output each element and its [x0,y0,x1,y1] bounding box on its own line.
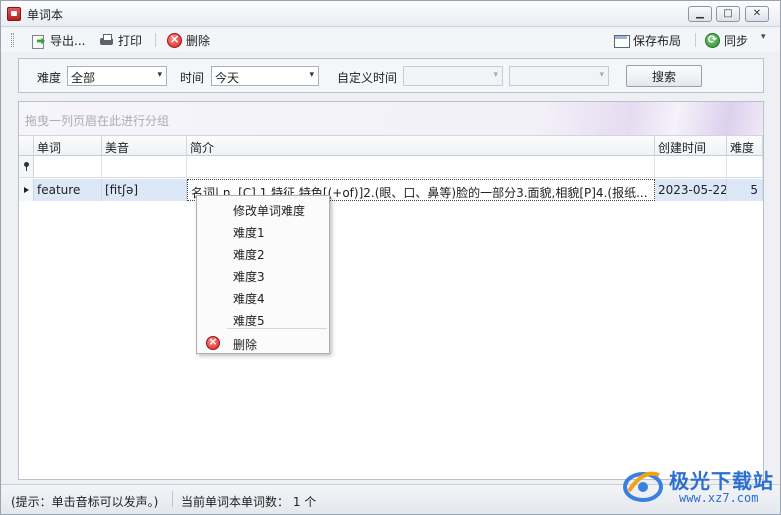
menu-item-difficulty-1[interactable]: 难度1 [198,220,328,242]
menu-item-difficulty-3[interactable]: 难度3 [198,264,328,286]
status-hint: (提示：单击音标可以发声。) [11,495,159,509]
app-logo-icon [7,7,21,21]
delete-icon [167,32,182,48]
cell-word[interactable]: feature [34,179,102,201]
toolbar-separator [695,33,696,47]
chevron-down-icon: ▾ [157,70,162,80]
delete-label: 删除 [186,33,211,48]
export-label: 导出... [50,33,86,48]
column-header-summary[interactable]: 简介 [187,136,655,156]
menu-separator [227,328,327,329]
app-window: 单词本 ▁ □ ✕ 导出... 打印 删除 保存布局 同步 ▾ [0,0,781,515]
column-header-phonetic[interactable]: 美音 [102,136,187,156]
printer-icon [99,33,114,48]
search-button[interactable]: 搜索 [626,65,702,87]
sync-label: 同步 [724,33,749,48]
minimize-button[interactable]: ▁ [688,6,712,22]
time-select-value: 今天 [215,71,240,85]
row-indicator-arrow-icon[interactable] [19,179,34,201]
save-layout-button[interactable]: 保存布局 [614,31,681,49]
custom-time-start-select[interactable]: ▾ [403,66,503,86]
title-bar: 单词本 ▁ □ ✕ [1,1,780,27]
aurora-logo-icon [623,471,663,502]
menu-item-edit-difficulty[interactable]: 修改单词难度 [198,198,328,220]
menu-item-delete-label: 删除 [233,338,258,352]
print-button[interactable]: 打印 [99,31,142,49]
watermark-logo: 极光下载站 www.xz7.com [621,461,781,513]
custom-time-label: 自定义时间 [337,71,398,85]
menu-item-difficulty-4[interactable]: 难度4 [198,286,328,308]
chevron-down-icon: ▾ [599,70,604,80]
menu-item-difficulty-5[interactable]: 难度5 [198,308,328,330]
sync-icon [705,32,720,48]
difficulty-label: 难度 [37,71,62,85]
filter-cell-difficulty[interactable] [727,156,763,178]
filter-cell-word[interactable] [34,156,102,178]
toolbar: 导出... 打印 删除 保存布局 同步 ▾ [1,28,780,52]
toolbar-overflow-icon[interactable]: ▾ [761,32,766,42]
cell-difficulty[interactable]: 5 [727,179,763,201]
watermark-url: www.xz7.com [679,491,759,505]
export-icon [31,33,46,49]
toolbar-separator [155,33,156,47]
chevron-down-icon: ▾ [493,70,498,80]
watermark-title: 极光下载站 [669,469,774,493]
difficulty-select[interactable]: 全部 ▾ [67,66,167,86]
menu-item-delete[interactable]: 删除 [198,332,328,354]
print-label: 打印 [118,33,143,48]
word-grid: 拖曳一列页眉在此进行分组 单词 美音 简介 创建时间 难度 feature [f… [18,101,764,480]
filter-cell-phonetic[interactable] [102,156,187,178]
delete-button[interactable]: 删除 [167,31,210,49]
window-title: 单词本 [27,8,64,22]
chevron-down-icon: ▾ [309,70,314,80]
difficulty-select-value: 全部 [71,71,96,85]
time-select[interactable]: 今天 ▾ [211,66,319,86]
layout-icon [614,33,630,48]
custom-time-end-select[interactable]: ▾ [509,66,609,86]
sync-button[interactable]: 同步 [705,31,748,49]
filter-cell-summary[interactable] [187,156,655,178]
status-separator [172,491,173,507]
filter-cell-created[interactable] [655,156,727,178]
column-header-word[interactable]: 单词 [34,136,102,156]
toolbar-grip[interactable] [11,33,14,47]
filter-row-indicator [19,156,34,178]
pin-icon [24,162,29,171]
maximize-button[interactable]: □ [716,6,740,22]
cell-created[interactable]: 2023-05-22 [655,179,727,201]
filter-panel: 难度 全部 ▾ 时间 今天 ▾ 自定义时间 ▾ ▾ 搜索 [18,58,764,93]
export-button[interactable]: 导出... [31,31,85,49]
menu-item-difficulty-2[interactable]: 难度2 [198,242,328,264]
status-word-count: 当前单词本单词数： 1 个 [181,495,317,509]
close-button[interactable]: ✕ [745,6,769,22]
time-label: 时间 [180,71,205,85]
column-header-created[interactable]: 创建时间 [655,136,727,156]
delete-icon [206,335,220,350]
group-by-panel[interactable]: 拖曳一列页眉在此进行分组 [19,102,763,136]
save-layout-label: 保存布局 [633,33,682,48]
row-indicator-header [19,136,34,156]
context-menu: 修改单词难度 难度1 难度2 难度3 难度4 难度5 删除 [196,195,330,354]
group-by-hint: 拖曳一列页眉在此进行分组 [25,114,170,128]
cell-phonetic[interactable]: [fitʃə] [102,179,187,201]
column-header-difficulty[interactable]: 难度 [727,136,763,156]
